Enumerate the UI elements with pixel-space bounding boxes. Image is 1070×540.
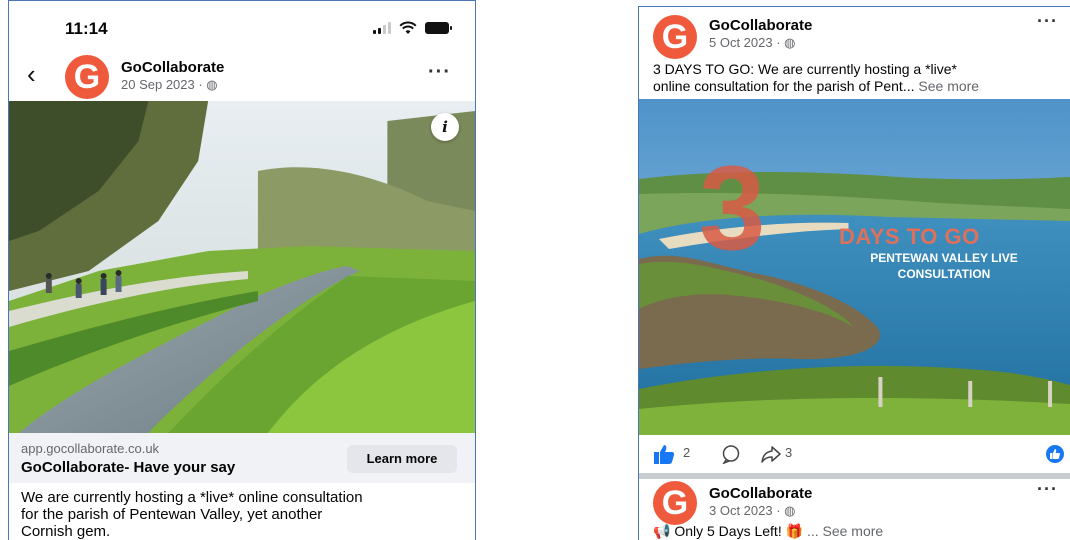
like-badge-icon <box>1050 449 1060 459</box>
share-count: 3 <box>785 445 793 460</box>
gocollaborate-logo: G <box>73 58 101 96</box>
right-facebook-post: G GoCollaborate 5 Oct 2023 · ◍ ··· 3 DAY… <box>638 6 1070 540</box>
learn-more-button[interactable]: Learn more <box>347 445 457 473</box>
share-icon[interactable] <box>761 444 781 464</box>
more-options-icon[interactable]: ··· <box>1037 479 1058 500</box>
status-icons <box>373 21 452 35</box>
globe-icon: ◍ <box>206 77 218 92</box>
page-avatar[interactable]: G <box>65 55 109 99</box>
body-line: for the parish of Pentewan Valley, yet a… <box>21 506 323 523</box>
post-text-line: online consultation for the parish of Pe… <box>653 78 980 94</box>
body-line: Cornish gem. <box>21 523 111 540</box>
more-options-icon[interactable]: ··· <box>428 61 451 84</box>
link-title[interactable]: GoCollaborate- Have your say <box>21 459 235 476</box>
reactions-bar: 2 3 <box>639 439 1070 469</box>
post-divider <box>639 473 1070 479</box>
globe-icon: ◍ <box>784 35 796 50</box>
wifi-icon <box>399 21 417 34</box>
back-chevron-icon[interactable]: ‹ <box>27 61 36 87</box>
like-count: 2 <box>683 445 691 460</box>
info-icon[interactable]: i <box>431 113 459 141</box>
see-more-link[interactable]: See more <box>918 78 979 94</box>
page-name[interactable]: GoCollaborate <box>121 59 224 76</box>
page-avatar[interactable]: G <box>653 481 697 525</box>
megaphone-icon: 📢 <box>653 523 671 539</box>
big-three-graphic: 3 <box>699 141 766 275</box>
gocollaborate-logo: G <box>661 18 689 56</box>
gocollaborate-logo: G <box>661 484 689 522</box>
post-text-line: 3 DAYS TO GO: We are currently hosting a… <box>653 61 957 77</box>
post-date: 3 Oct 2023 · ◍ <box>709 503 796 518</box>
days-to-go-headline: DAYS TO GO <box>839 224 980 249</box>
more-options-icon[interactable]: ··· <box>1037 11 1058 32</box>
body-line: We are currently hosting a *live* online… <box>21 489 363 506</box>
next-post-text: 📢 Only 5 Days Left! 🎁 ... See more <box>653 523 883 540</box>
consultation-title-line: PENTEWAN VALLEY LIVE <box>870 251 1018 265</box>
see-more-link[interactable]: ... See more <box>807 523 883 539</box>
left-phone-screenshot: 11:14 ‹ G GoCollaborate 20 Sep 2023 · ◍ … <box>8 0 476 540</box>
status-bar: 11:14 <box>9 1 475 51</box>
river-landscape-illustration <box>9 101 475 433</box>
post-text: 3 DAYS TO GO: We are currently hosting a… <box>653 61 1065 95</box>
ad-image-river-path[interactable]: i <box>9 101 475 433</box>
consultation-title-line: CONSULTATION <box>897 267 991 281</box>
gift-icon: 🎁 <box>785 523 804 539</box>
next-post-text-content: Only 5 Days Left! <box>674 523 782 539</box>
link-preview[interactable]: app.gocollaborate.co.uk GoCollaborate- H… <box>9 433 475 483</box>
status-time: 11:14 <box>65 19 108 38</box>
comment-icon[interactable] <box>721 444 741 464</box>
link-url: app.gocollaborate.co.uk <box>21 441 160 456</box>
post-date: 20 Sep 2023 · ◍ <box>121 77 218 92</box>
page-name[interactable]: GoCollaborate <box>709 17 812 34</box>
post-image-coastline[interactable]: 3 DAYS TO GO PENTEWAN VALLEY LIVE CONSUL… <box>639 99 1070 435</box>
post-body-text: We are currently hosting a *live* online… <box>21 489 461 540</box>
like-icon[interactable] <box>653 443 675 465</box>
battery-icon <box>425 22 452 34</box>
page-avatar[interactable]: G <box>653 15 697 59</box>
like-reaction-badge[interactable] <box>1046 445 1064 463</box>
cellular-signal-icon <box>373 22 391 34</box>
post-date: 5 Oct 2023 · ◍ <box>709 35 796 50</box>
globe-icon: ◍ <box>784 503 796 518</box>
post-header: ‹ G GoCollaborate 20 Sep 2023 · ◍ ··· <box>9 53 475 99</box>
page-name[interactable]: GoCollaborate <box>709 485 812 502</box>
